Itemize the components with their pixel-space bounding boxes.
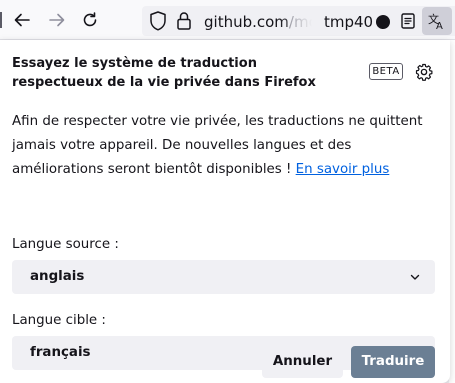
page-label: tmp40 bbox=[324, 13, 374, 31]
gear-icon[interactable] bbox=[414, 62, 434, 82]
url-path: /moz bbox=[288, 13, 312, 31]
toolbar-edge bbox=[0, 12, 2, 28]
translate-icon[interactable]: 文A bbox=[422, 7, 452, 35]
shield-icon[interactable] bbox=[148, 10, 168, 36]
svg-text:A: A bbox=[436, 21, 443, 31]
browser-toolbar: github.com/moz tmp40 文A bbox=[0, 0, 455, 40]
panel-title: Essayez le système de traduction respect… bbox=[12, 56, 316, 90]
reload-icon[interactable] bbox=[78, 8, 102, 32]
url-text[interactable]: github.com/moz bbox=[204, 12, 312, 32]
target-language-value: français bbox=[30, 345, 91, 360]
lock-icon[interactable] bbox=[174, 10, 194, 36]
target-language-label: Langue cible : bbox=[12, 313, 106, 328]
source-language-value: anglais bbox=[30, 269, 85, 284]
reader-view-icon[interactable] bbox=[400, 11, 416, 35]
source-language-label: Langue source : bbox=[12, 237, 119, 252]
source-language-select[interactable]: anglais bbox=[12, 260, 435, 294]
arrow-left-icon[interactable] bbox=[10, 8, 34, 32]
learn-more-link[interactable]: En savoir plus bbox=[296, 162, 390, 177]
arrow-right-icon[interactable] bbox=[45, 8, 69, 32]
record-dot-icon bbox=[376, 15, 390, 29]
url-bar[interactable]: github.com/moz tmp40 文A bbox=[142, 6, 455, 36]
chevron-down-icon bbox=[410, 274, 420, 280]
url-domain: github.com bbox=[204, 13, 289, 31]
translate-button[interactable]: Traduire bbox=[351, 346, 435, 378]
cancel-button[interactable]: Annuler bbox=[262, 346, 343, 378]
translation-panel: Essayez le système de traduction respect… bbox=[0, 40, 450, 383]
panel-description: Afin de respecter votre vie privée, les … bbox=[12, 110, 437, 182]
beta-badge: BETA bbox=[369, 63, 403, 80]
